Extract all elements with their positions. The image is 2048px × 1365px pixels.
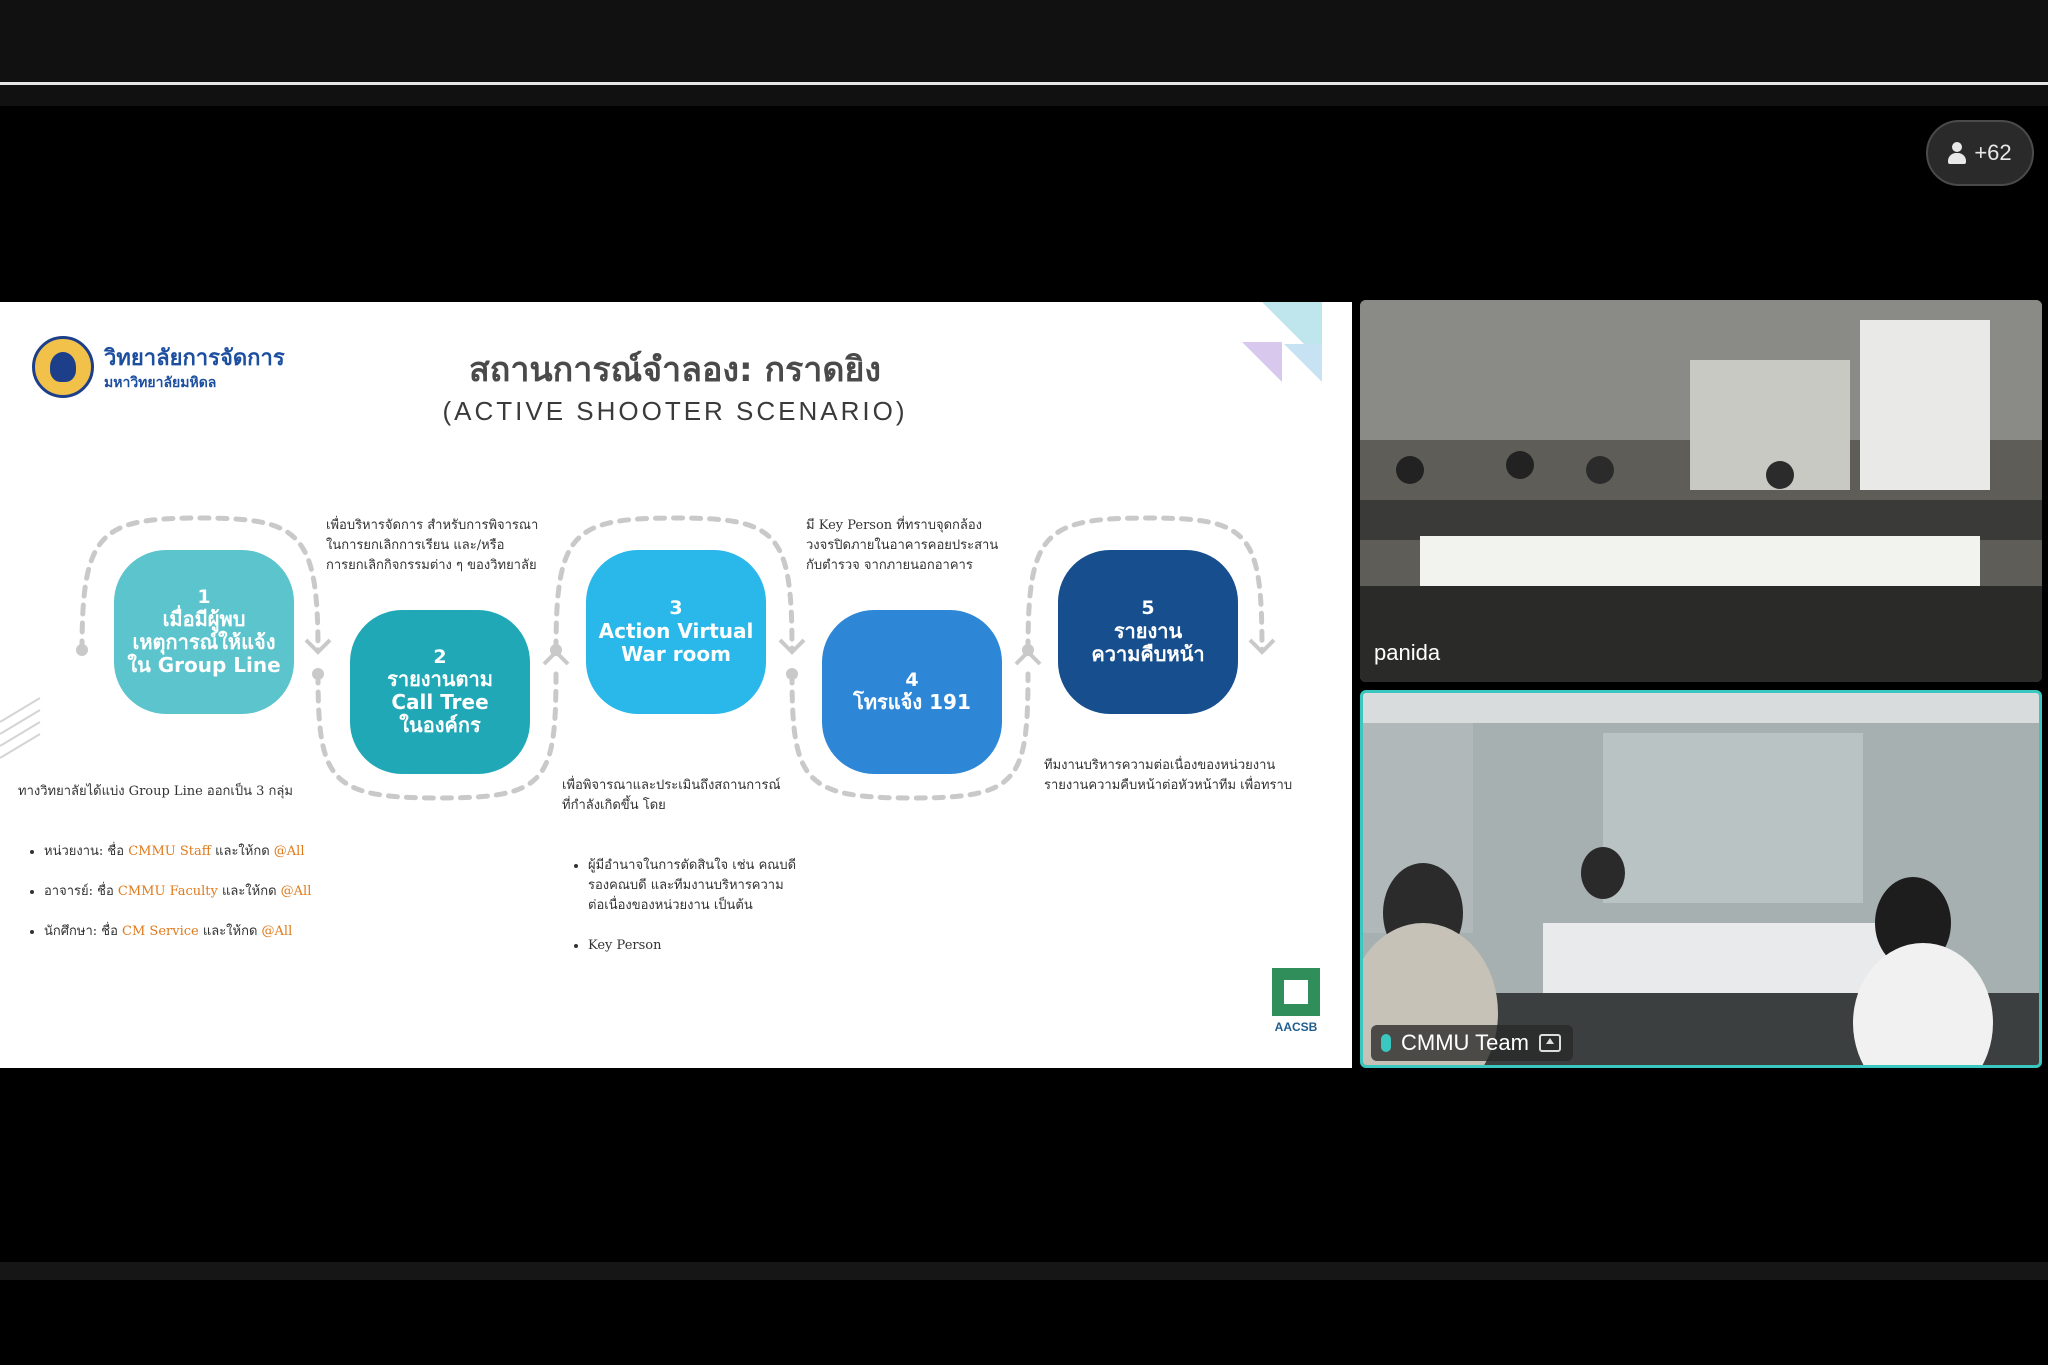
participant-label: CMMU Team — [1371, 1025, 1573, 1061]
step-1: 1 เมื่อมีผู้พบ เหตุการณ์ให้แจ้ง ใน Group… — [114, 550, 294, 714]
note-step-3: เพื่อพิจารณาและประเมินถึงสถานการณ์ ที่กำ… — [562, 756, 802, 996]
aacsb-text: AACSB — [1274, 1020, 1318, 1034]
participants-button[interactable]: +62 — [1926, 120, 2034, 186]
note-step-2: เพื่อบริหารจัดการ สำหรับการพิจารณา ในการ… — [326, 518, 539, 573]
participant-name: panida — [1374, 640, 1441, 665]
list-item: อาจารย์: ชื่อ CMMU Faculty และให้กด @All — [44, 882, 311, 902]
step-4-text: โทรแจ้ง 191 — [853, 690, 971, 715]
aacsb-logo-icon — [1272, 968, 1320, 1016]
share-screen-icon — [1538, 1034, 1561, 1052]
note-step-1: ทางวิทยาลัยได้แบ่ง Group Line ออกเป็น 3 … — [18, 762, 311, 982]
top-bar-divider — [0, 82, 2048, 85]
step-2-number: 2 — [433, 645, 447, 668]
step-3-text: Action Virtual War room — [598, 618, 754, 666]
top-bar — [0, 0, 2048, 106]
meeting-room-video — [1363, 693, 2039, 1065]
step-3: 3 Action Virtual War room — [586, 550, 766, 714]
video-tile-panida[interactable]: panida — [1360, 300, 2042, 682]
step-1-text: เมื่อมีผู้พบ เหตุการณ์ให้แจ้ง ใน Group L… — [127, 607, 281, 678]
note-step-4: มี Key Person ที่ทราบจุดกล้อง วงจรปิดภาย… — [806, 518, 999, 573]
note-step-5: ทีมงานบริหารความต่อเนื่องของหน่วยงาน ราย… — [1044, 758, 1293, 793]
step-2: 2 รายงานตาม Call Tree ในองค์กร — [350, 610, 530, 774]
step-1-number: 1 — [197, 585, 211, 608]
mic-icon — [1381, 1034, 1391, 1052]
list-item: Key Person — [588, 936, 802, 956]
video-tile-cmmu-team[interactable]: CMMU Team — [1360, 690, 2042, 1068]
participants-count: +62 — [1974, 140, 2012, 165]
step-2-text: รายงานตาม Call Tree ในองค์กร — [387, 667, 493, 738]
aacsb-badge: AACSB — [1270, 966, 1322, 1038]
step-5-text: รายงาน ความคืบหน้า — [1091, 618, 1205, 666]
step-3-number: 3 — [669, 597, 683, 620]
bottom-bar — [0, 1262, 2048, 1280]
step-4: 4 โทรแจ้ง 191 — [822, 610, 1002, 774]
step-5: 5 รายงาน ความคืบหน้า — [1058, 550, 1238, 714]
participant-name: CMMU Team — [1401, 1030, 1529, 1055]
meeting-room-video — [1360, 300, 2042, 682]
step-4-number: 4 — [905, 668, 919, 691]
list-item: นักศึกษา: ชื่อ CM Service และให้กด @All — [44, 922, 311, 942]
shared-slide: วิทยาลัยการจัดการ มหาวิทยาลัยมหิดล สถานก… — [0, 302, 1352, 1068]
step-5-number: 5 — [1141, 597, 1155, 620]
list-item: ผู้มีอำนาจในการตัดสินใจ เช่น คณบดี รองคณ… — [588, 856, 802, 916]
list-item: หน่วยงาน: ชื่อ CMMU Staff และให้กด @All — [44, 842, 311, 862]
person-icon — [1948, 142, 1967, 164]
note-1-intro: ทางวิทยาลัยได้แบ่ง Group Line ออกเป็น 3 … — [18, 784, 293, 799]
note-3-intro: เพื่อพิจารณาและประเมินถึงสถานการณ์ ที่กำ… — [562, 778, 781, 813]
